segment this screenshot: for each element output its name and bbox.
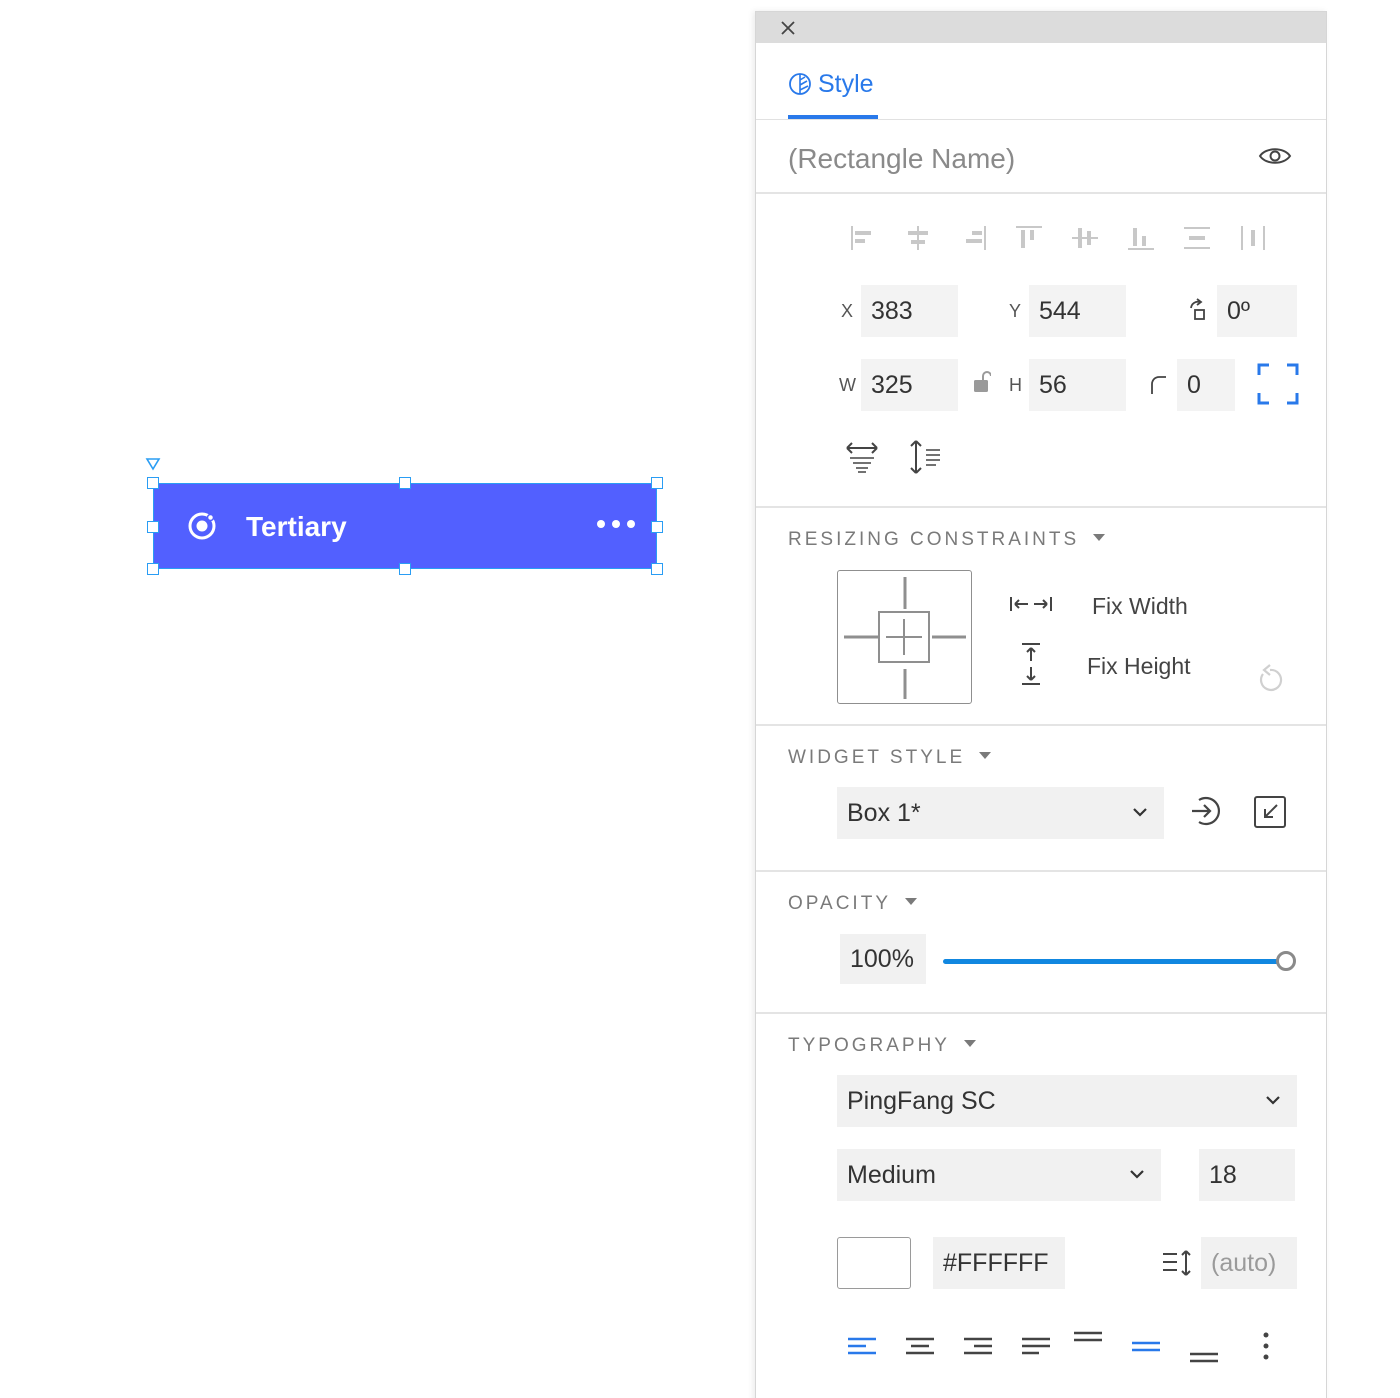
typography-header[interactable]: TYPOGRAPHY	[788, 1034, 976, 1058]
text-align-justify-icon[interactable]	[1019, 1330, 1053, 1364]
text-align-left-icon[interactable]	[845, 1330, 879, 1364]
opacity-input[interactable]: 100%	[840, 934, 926, 984]
opacity-header[interactable]: OPACITY	[788, 892, 917, 916]
align-top-icon[interactable]	[1014, 224, 1044, 252]
h-input[interactable]: 56	[1029, 359, 1126, 411]
tab-style-label: Style	[818, 70, 874, 98]
widget-style-value: Box 1*	[847, 799, 921, 827]
text-color-swatch[interactable]	[837, 1237, 911, 1289]
caret-down-icon	[979, 752, 992, 760]
align-left-icon[interactable]	[849, 224, 879, 252]
tab-active-indicator	[788, 115, 878, 119]
canvas-button-label: Tertiary	[246, 511, 347, 542]
chevron-down-icon	[1266, 1096, 1280, 1105]
widget-style-header[interactable]: WIDGET STYLE	[788, 746, 992, 770]
font-family-value: PingFang SC	[847, 1087, 996, 1115]
resizing-constraints-title: RESIZING CONSTRAINTS	[788, 529, 1080, 550]
resize-handle-top-left[interactable]	[147, 477, 159, 489]
y-input[interactable]: 544	[1029, 285, 1126, 337]
font-size-input[interactable]: 18	[1199, 1149, 1295, 1201]
caret-down-icon	[905, 898, 917, 906]
rotation-icon	[1190, 298, 1205, 320]
panel-titlebar	[756, 12, 1326, 43]
opacity-slider-track[interactable]	[943, 959, 1287, 964]
align-middle-vertical-icon[interactable]	[1070, 224, 1100, 252]
align-bottom-icon[interactable]	[1126, 224, 1156, 252]
close-icon[interactable]	[778, 18, 798, 38]
align-center-horizontal-icon[interactable]	[903, 224, 933, 252]
line-height-input[interactable]: (auto)	[1201, 1237, 1297, 1289]
opacity-slider-thumb[interactable]	[1276, 951, 1296, 971]
corner-radius-icon	[1151, 376, 1166, 394]
text-valign-middle-icon[interactable]	[1129, 1330, 1163, 1364]
rectangle-name-input[interactable]: (Rectangle Name)	[788, 142, 1015, 176]
tab-bar: Style	[756, 43, 1326, 120]
more-dots-icon	[597, 520, 635, 528]
apply-style-icon[interactable]	[1189, 794, 1223, 828]
chevron-down-icon	[1133, 808, 1147, 817]
resize-handle-top-right[interactable]	[651, 477, 663, 489]
text-valign-top-icon[interactable]	[1071, 1330, 1105, 1364]
canvas-button-widget[interactable]: Tertiary	[153, 483, 657, 569]
divider	[756, 1012, 1326, 1014]
resize-handle-bottom[interactable]	[399, 563, 411, 575]
distribute-vertical-icon[interactable]	[1238, 224, 1268, 252]
fix-width-icon[interactable]	[1009, 595, 1053, 613]
text-align-center-icon[interactable]	[903, 1330, 937, 1364]
font-weight-value: Medium	[847, 1161, 936, 1189]
style-panel: Style (Rectangle Name) X 383 Y 544 0º W …	[755, 11, 1327, 1398]
reset-icon[interactable]	[1256, 664, 1284, 694]
eye-visibility-icon[interactable]	[1258, 144, 1292, 168]
x-input[interactable]: 383	[861, 285, 958, 337]
constraint-diagram-icon	[844, 577, 966, 699]
divider	[756, 870, 1326, 872]
distribute-horizontal-icon[interactable]	[1182, 224, 1212, 252]
widget-style-select[interactable]: Box 1*	[837, 787, 1164, 839]
ionic-logo-icon	[188, 512, 216, 540]
fit-width-icon[interactable]	[844, 440, 880, 474]
font-weight-select[interactable]: Medium	[837, 1149, 1161, 1201]
divider	[756, 192, 1326, 194]
resize-handle-top[interactable]	[399, 477, 411, 489]
fit-height-icon[interactable]	[908, 438, 944, 476]
text-align-right-icon[interactable]	[961, 1330, 995, 1364]
lock-open-icon[interactable]	[973, 370, 991, 394]
typography-title: TYPOGRAPHY	[788, 1035, 950, 1056]
fix-height-label[interactable]: Fix Height	[1087, 652, 1191, 680]
resize-handle-bottom-left[interactable]	[147, 563, 159, 575]
detach-style-icon[interactable]	[1253, 795, 1287, 829]
fix-width-label[interactable]: Fix Width	[1092, 592, 1188, 620]
constraint-widget[interactable]	[837, 570, 972, 704]
w-label: W	[839, 375, 856, 395]
more-options-icon[interactable]	[1249, 1330, 1283, 1364]
y-label: Y	[1009, 301, 1022, 321]
h-label: H	[1009, 375, 1022, 395]
corner-radius-input[interactable]: 0	[1177, 359, 1235, 411]
divider	[756, 506, 1326, 508]
anchor-marker-icon[interactable]	[145, 457, 161, 471]
widget-style-title: WIDGET STYLE	[788, 747, 966, 768]
rotation-input[interactable]: 0º	[1217, 285, 1297, 337]
w-input[interactable]: 325	[861, 359, 958, 411]
font-family-select[interactable]: PingFang SC	[837, 1075, 1297, 1127]
fix-height-icon[interactable]	[1020, 642, 1042, 686]
resize-handle-left[interactable]	[147, 521, 159, 533]
opacity-title: OPACITY	[788, 893, 891, 914]
line-spacing-icon	[1163, 1250, 1191, 1276]
align-right-icon[interactable]	[958, 224, 988, 252]
independent-corners-icon[interactable]	[1257, 363, 1299, 405]
resize-handle-bottom-right[interactable]	[651, 563, 663, 575]
caret-down-icon	[1093, 534, 1106, 542]
font-size-value: 18	[1209, 1161, 1237, 1189]
resize-handle-right[interactable]	[651, 521, 663, 533]
resizing-constraints-header[interactable]: RESIZING CONSTRAINTS	[788, 528, 1106, 552]
text-valign-bottom-icon[interactable]	[1187, 1330, 1221, 1364]
caret-down-icon	[963, 1040, 976, 1048]
x-label: X	[841, 301, 854, 321]
chevron-down-icon	[1130, 1170, 1144, 1179]
style-leaf-icon	[789, 73, 811, 95]
text-color-hex-input[interactable]: #FFFFFF	[933, 1237, 1065, 1289]
divider	[756, 724, 1326, 726]
